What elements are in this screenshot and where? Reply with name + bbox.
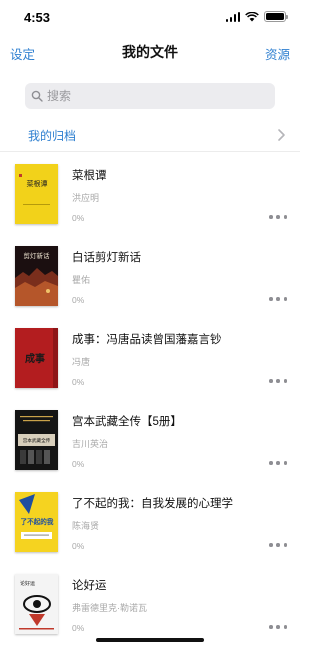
book-item[interactable]: 剪灯新话 白话剪灯新话 瞿佑 0%	[0, 246, 300, 328]
book-progress: 0%	[72, 623, 85, 633]
book-progress: 0%	[72, 541, 85, 551]
search-icon	[31, 90, 43, 102]
book-item[interactable]: 成事 成事：冯唐品读曾国藩嘉言钞 冯唐 0%	[0, 328, 300, 410]
more-icon[interactable]	[269, 212, 287, 222]
search-input[interactable]	[47, 89, 257, 103]
book-title: 了不起的我：自我发展的心理学	[72, 498, 233, 510]
more-icon[interactable]	[269, 458, 287, 468]
book-cover[interactable]: 论好运	[15, 574, 58, 634]
more-icon[interactable]	[269, 540, 287, 550]
cover-title-text: 宫本武藏全传	[23, 437, 51, 444]
book-author: 瞿佑	[72, 275, 91, 285]
book-author: 吉川英治	[72, 439, 109, 449]
wifi-icon	[245, 11, 259, 21]
navigation-bar: 设定 我的文件 资源	[0, 36, 300, 68]
book-cover[interactable]: 成事	[15, 328, 58, 388]
book-item[interactable]: 菜根谭 菜根谭 洪应明 0%	[0, 164, 300, 246]
book-progress: 0%	[72, 295, 85, 305]
book-item[interactable]: 宫本武藏全传 宫本武藏全传【5册】 吉川英治 0%	[0, 410, 300, 492]
status-bar: 4:53	[0, 0, 300, 36]
cover-title-text: 菜根谭	[27, 179, 48, 188]
book-title: 宫本武藏全传【5册】	[72, 416, 182, 428]
home-indicator[interactable]	[96, 638, 204, 642]
book-cover[interactable]: 宫本武藏全传	[15, 410, 58, 470]
book-progress: 0%	[72, 377, 85, 387]
chevron-right-icon	[278, 129, 285, 141]
more-icon[interactable]	[269, 376, 287, 386]
resources-button[interactable]: 资源	[265, 44, 290, 63]
archive-row[interactable]: 我的归档	[0, 118, 300, 152]
more-icon[interactable]	[269, 622, 287, 632]
book-cover[interactable]: 菜根谭	[15, 164, 58, 224]
book-progress: 0%	[72, 213, 85, 223]
search-bar[interactable]	[25, 83, 275, 109]
cover-title-text: 论好运	[20, 580, 35, 587]
cover-title-text: 了不起的我	[21, 517, 54, 526]
page-title: 我的文件	[122, 44, 178, 60]
book-author: 陈海贤	[72, 521, 100, 531]
book-cover[interactable]: 了不起的我	[15, 492, 58, 552]
book-title: 成事：冯唐品读曾国藩嘉言钞	[72, 334, 222, 346]
more-icon[interactable]	[269, 294, 287, 304]
book-author: 冯唐	[72, 357, 91, 367]
book-title: 论好运	[72, 580, 107, 592]
battery-icon	[264, 11, 288, 22]
book-title: 白话剪灯新话	[72, 252, 141, 264]
cover-title-text: 成事	[25, 352, 45, 365]
book-item[interactable]: 了不起的我 了不起的我：自我发展的心理学 陈海贤 0%	[0, 492, 300, 574]
book-cover[interactable]: 剪灯新话	[15, 246, 58, 306]
cellular-signal-icon	[225, 11, 240, 22]
book-author: 洪应明	[72, 193, 100, 203]
book-title: 菜根谭	[72, 170, 107, 182]
archive-label: 我的归档	[28, 129, 77, 143]
cover-title-text: 剪灯新话	[24, 251, 51, 260]
book-progress: 0%	[72, 459, 85, 469]
book-author: 弗雷德里克·勒诺瓦	[72, 603, 147, 613]
status-time: 4:53	[24, 10, 51, 25]
status-icons	[225, 11, 288, 22]
